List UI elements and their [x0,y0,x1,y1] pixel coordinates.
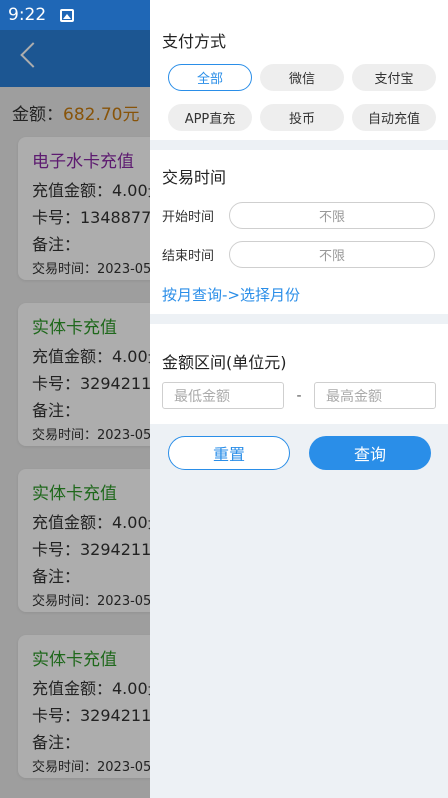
reset-button[interactable]: 重置 [168,436,290,470]
payment-option-app-direct[interactable]: APP直充 [168,104,252,131]
status-time: 9:22 [8,5,47,25]
amount-range-section: 金额区间(单位元) 最低金额 - 最高金额 [150,324,448,424]
max-amount-input[interactable]: 最高金额 [314,382,436,409]
payment-option-wechat[interactable]: 微信 [260,64,344,91]
start-time-label: 开始时间 [162,210,215,225]
payment-option-coin[interactable]: 投币 [260,104,344,131]
filter-actions: 重置 查询 [150,424,448,470]
payment-option-alipay[interactable]: 支付宝 [352,64,436,91]
range-separator: - [296,387,302,404]
payment-method-section: 支付方式 全部 微信 支付宝 APP直充 投币 自动充值 [150,0,448,140]
transaction-time-section: 交易时间 开始时间 不限 结束时间 不限 按月查询->选择月份 [150,150,448,314]
filter-drawer: 支付方式 全部 微信 支付宝 APP直充 投币 自动充值 交易时间 开始时间 不… [150,0,448,798]
image-notification-icon [60,8,75,22]
payment-method-title: 支付方式 [162,32,227,51]
start-time-row: 开始时间 不限 [162,202,436,229]
end-time-label: 结束时间 [162,249,215,264]
drawer-scrim[interactable] [0,30,150,798]
min-amount-input[interactable]: 最低金额 [162,382,284,409]
query-button[interactable]: 查询 [309,436,431,470]
payment-option-auto-recharge[interactable]: 自动充值 [352,104,436,131]
end-time-row: 结束时间 不限 [162,241,436,268]
amount-range-inputs: 最低金额 - 最高金额 [162,382,436,409]
payment-method-options: 全部 微信 支付宝 APP直充 投币 自动充值 [168,64,436,131]
amount-range-title: 金额区间(单位元) [162,353,287,372]
end-time-picker[interactable]: 不限 [229,241,435,268]
query-by-month-link[interactable]: 按月查询->选择月份 [162,284,436,305]
transaction-time-title: 交易时间 [162,168,227,187]
start-time-picker[interactable]: 不限 [229,202,435,229]
payment-option-all[interactable]: 全部 [168,64,252,91]
